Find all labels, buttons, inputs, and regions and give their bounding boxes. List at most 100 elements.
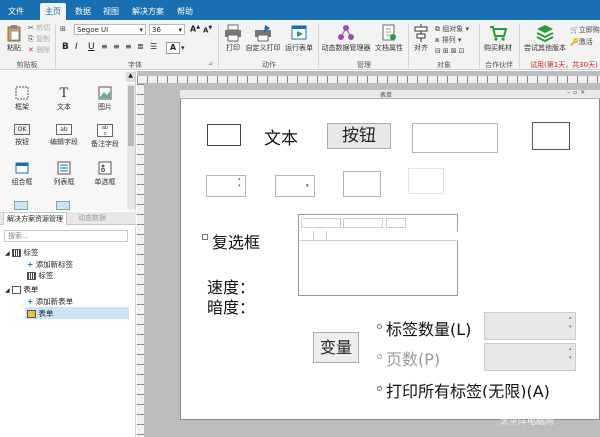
try-other-version-button[interactable]: 尝试其他版本 xyxy=(522,24,568,53)
menu-home[interactable]: 主页 xyxy=(40,3,66,20)
form-memo-field[interactable] xyxy=(343,171,381,197)
tool-image[interactable]: 图片 xyxy=(85,86,125,112)
form-checkbox-label[interactable]: 复选框 xyxy=(212,229,260,253)
tool-combo-box[interactable]: 组合框 xyxy=(2,161,42,187)
spinner-arrows-icon[interactable]: ▴ ▾ xyxy=(569,314,572,332)
form-pages-label[interactable]: 页数(P) xyxy=(386,346,440,370)
delete-icon: ✕ xyxy=(28,46,34,54)
run-form-button[interactable]: 运行表单 xyxy=(283,24,315,53)
activate-button[interactable]: 🔑激活 xyxy=(570,37,593,47)
chevron-down-icon: ▾ xyxy=(178,26,182,34)
buy-supplies-button[interactable]: 购买耗材 xyxy=(482,24,514,53)
align-right-icon[interactable]: ≡ xyxy=(125,42,132,51)
font-family-select[interactable]: Segoe UI ▾ xyxy=(74,24,146,35)
tool-list-box[interactable]: 列表框 xyxy=(44,161,84,187)
tree-label-item[interactable]: 标签 xyxy=(27,270,53,281)
grid-combo[interactable] xyxy=(301,218,341,228)
delete-button[interactable]: ✕ 删除 xyxy=(28,45,50,55)
spinner-arrows-icon[interactable]: ▴ ▾ xyxy=(569,345,572,363)
plus-icon: + xyxy=(27,297,34,306)
checkbox-square[interactable] xyxy=(202,234,208,240)
grow-font-icon[interactable]: A▲ xyxy=(190,24,200,34)
group-label: 组对象 xyxy=(442,25,464,33)
radio-pages[interactable] xyxy=(377,354,382,359)
font-color-icon[interactable]: A xyxy=(166,42,180,54)
scroll-up-icon[interactable]: ▲ xyxy=(126,72,135,82)
more-tool-icon[interactable] xyxy=(14,201,28,210)
align-button[interactable]: 对齐 xyxy=(411,24,431,53)
menu-file[interactable]: 文件 xyxy=(4,3,28,20)
form-button[interactable]: 按钮 xyxy=(327,123,391,149)
menu-view[interactable]: 视图 xyxy=(100,3,122,20)
font-size-select[interactable]: 36 ▾ xyxy=(149,24,185,35)
clipboard-group-label: 剪贴板 xyxy=(16,61,38,69)
align-left-icon[interactable]: ≡ xyxy=(101,42,108,51)
menu-solution[interactable]: 解决方案 xyxy=(130,3,166,20)
list-icon[interactable]: ☰ xyxy=(150,42,157,51)
form-combo-box[interactable] xyxy=(275,175,315,197)
tool-edit-field[interactable]: ab 编辑字段 xyxy=(44,124,84,147)
chevron-down-icon[interactable]: ▾ xyxy=(181,44,185,52)
grid-combo[interactable] xyxy=(343,218,383,228)
tree-search-input[interactable]: 搜索... xyxy=(4,230,128,242)
collapse-icon[interactable]: ◢ xyxy=(5,250,10,257)
dialog-launcher-icon[interactable]: ⊿ xyxy=(208,60,213,67)
tool-frame[interactable]: 框架 xyxy=(2,86,42,112)
paste-button[interactable]: 粘贴 xyxy=(3,24,25,53)
custom-print-button[interactable]: 自定义打印 xyxy=(245,24,281,53)
arrange-button[interactable]: ⧈ 排列 ▾ xyxy=(435,35,461,45)
tool-memo-field[interactable]: ab c 备注字段 xyxy=(85,124,125,149)
print-button[interactable]: 打印 xyxy=(222,24,244,53)
tree-node-forms[interactable]: ◢ 表单 xyxy=(5,284,38,295)
label-count-input[interactable] xyxy=(484,312,576,340)
form-empty-field[interactable] xyxy=(408,168,444,194)
form-frame[interactable] xyxy=(207,124,241,146)
radio-label-count[interactable] xyxy=(377,324,382,329)
bold-icon[interactable]: B xyxy=(62,42,69,52)
form-image-box[interactable] xyxy=(532,122,570,150)
scroll-thumb[interactable] xyxy=(128,86,134,146)
radio-print-all[interactable] xyxy=(377,386,382,391)
italic-icon[interactable]: I xyxy=(75,42,78,52)
image-icon xyxy=(98,86,112,100)
group-objects-button[interactable]: ⧉ 组对象 ▾ xyxy=(435,24,469,34)
radio-button-icon xyxy=(98,161,112,175)
grid-button[interactable] xyxy=(386,218,406,228)
tree-node-labels[interactable]: ◢ 标签 xyxy=(5,247,38,258)
justify-icon[interactable]: ≣ xyxy=(137,42,144,51)
dynamic-data-manager-button[interactable]: 动态数据管理器 xyxy=(321,24,371,53)
combo-box-icon xyxy=(15,162,29,174)
form-variable-button[interactable]: 变量 xyxy=(313,332,359,363)
tool-button[interactable]: OK 按钮 xyxy=(2,124,42,147)
form-window-controls[interactable]: –▫× xyxy=(567,89,588,96)
chevron-down-icon[interactable]: ▾ xyxy=(306,183,309,189)
tree-form-item[interactable]: 表单 xyxy=(27,308,53,319)
align-center-icon[interactable]: ≡ xyxy=(113,42,120,51)
paste-icon xyxy=(7,25,21,42)
shrink-font-icon[interactable]: A▼ xyxy=(203,25,212,34)
cut-button[interactable]: ✂ 剪切 xyxy=(28,23,50,33)
grid-header-row xyxy=(300,231,458,241)
form-text-label[interactable]: 文本 xyxy=(264,124,298,149)
tool-radio-button[interactable]: 单选框 xyxy=(85,161,125,187)
tab-solution-explorer[interactable]: 解决方案资源管理 xyxy=(3,212,67,225)
collapse-icon[interactable]: ◢ xyxy=(5,287,10,294)
copy-button[interactable]: ⎘ 复制 xyxy=(28,34,50,44)
tree-add-form[interactable]: + 添加新表单 xyxy=(27,296,73,307)
object-group-label: 对象 xyxy=(437,61,451,69)
object-tools-row[interactable]: ⊟⊞⊠⊡ xyxy=(435,47,466,55)
underline-icon[interactable]: U xyxy=(88,42,95,52)
document-properties-button[interactable]: 文档属性 xyxy=(373,24,405,53)
tab-dynamic-data[interactable]: 动态数据 xyxy=(70,212,114,225)
form-edit-field[interactable] xyxy=(412,123,498,153)
tool-button-label: 按钮 xyxy=(15,138,29,146)
form-label-count[interactable]: 标签数量(L) xyxy=(386,316,471,340)
spinner-arrows-icon[interactable]: ▴ ▾ xyxy=(238,176,241,190)
buy-now-button[interactable]: 🛒立即购 xyxy=(570,25,600,35)
tree-add-label[interactable]: + 添加新标签 xyxy=(27,259,73,270)
menu-data[interactable]: 数据 xyxy=(72,3,94,20)
tool-text[interactable]: T 文本 xyxy=(44,86,84,112)
pages-input[interactable] xyxy=(484,343,576,371)
menu-help[interactable]: 帮助 xyxy=(174,3,196,20)
more-tool-icon[interactable] xyxy=(56,201,70,210)
